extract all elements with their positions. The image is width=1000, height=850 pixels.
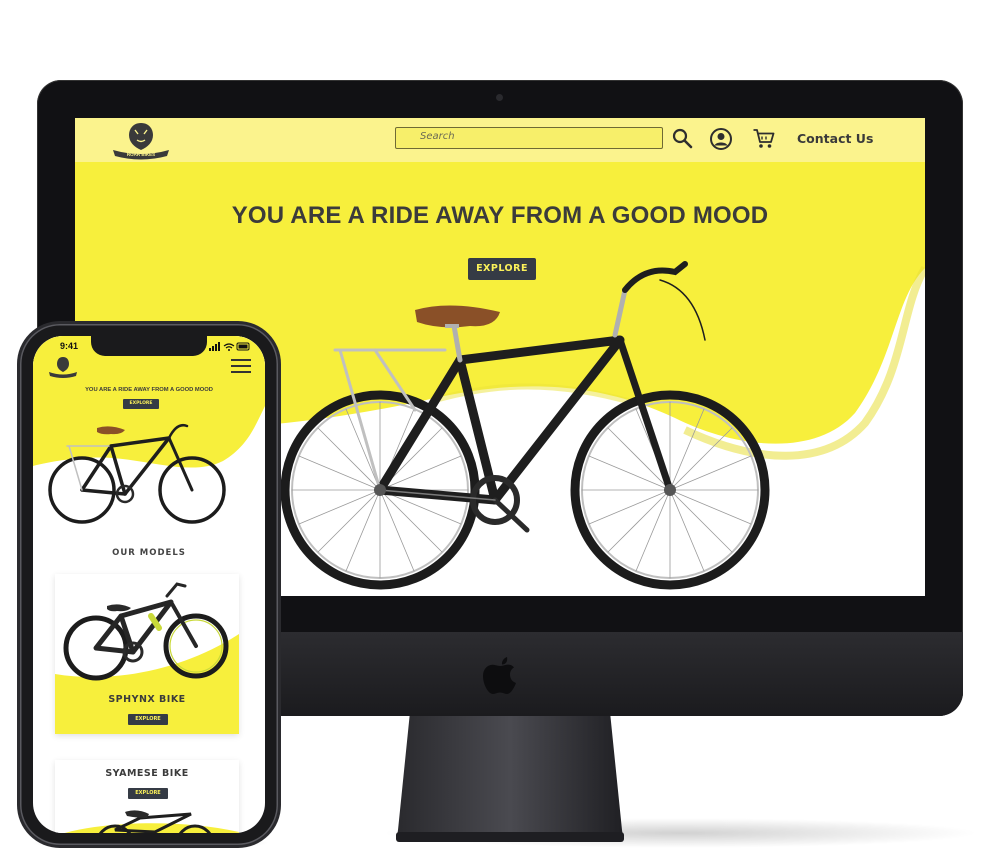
model-name-sphynx: SPHYNX BIKE [108, 694, 186, 705]
our-models-heading: OUR MODELS [112, 548, 186, 558]
hamburger-menu-icon[interactable] [231, 359, 251, 373]
camera-icon [496, 94, 503, 101]
mobile-logo[interactable] [47, 356, 79, 380]
status-icons [209, 342, 250, 351]
search-icon[interactable] [671, 127, 695, 151]
user-icon[interactable] [709, 127, 733, 151]
roar-bikes-logo[interactable]: ROAR BIKES [109, 120, 173, 162]
model-card-syamese[interactable]: SYAMESE BIKE EXPLORE [55, 760, 239, 833]
search-input[interactable]: Search [395, 127, 663, 149]
site-header: ROAR BIKES Search Contact Us [75, 118, 925, 162]
mobile-explore-button[interactable]: EXPLORE [123, 399, 159, 409]
hero-title: YOU ARE A RIDE AWAY FROM A GOOD MOOD [231, 202, 769, 229]
contact-us-link[interactable]: Contact Us [797, 131, 873, 146]
imac-stand [396, 712, 624, 842]
hybrid-bike-image [280, 261, 770, 590]
logo-text: ROAR BIKES [127, 152, 155, 157]
sphynx-ebike-image [63, 582, 229, 681]
mobile-hero-title: YOU ARE A RIDE AWAY FROM A GOOD MOOD [85, 387, 213, 393]
mobile-screen: 9:41 YOU ARE A RIDE AWAY FROM A GOOD MOO… [33, 336, 265, 833]
syamese-explore-button[interactable]: EXPLORE [128, 788, 168, 799]
phone-notch [91, 336, 207, 356]
model-card-sphynx[interactable]: SPHYNX BIKE EXPLORE [55, 574, 239, 734]
cart-icon[interactable] [752, 127, 776, 151]
model-name-syamese: SYAMESE BIKE [105, 768, 189, 779]
sphynx-explore-button[interactable]: EXPLORE [128, 714, 168, 725]
status-time: 9:41 [60, 341, 79, 351]
syamese-bike-image [98, 810, 212, 833]
apple-logo-icon [483, 657, 516, 694]
mobile-hybrid-bike-image [48, 424, 226, 524]
